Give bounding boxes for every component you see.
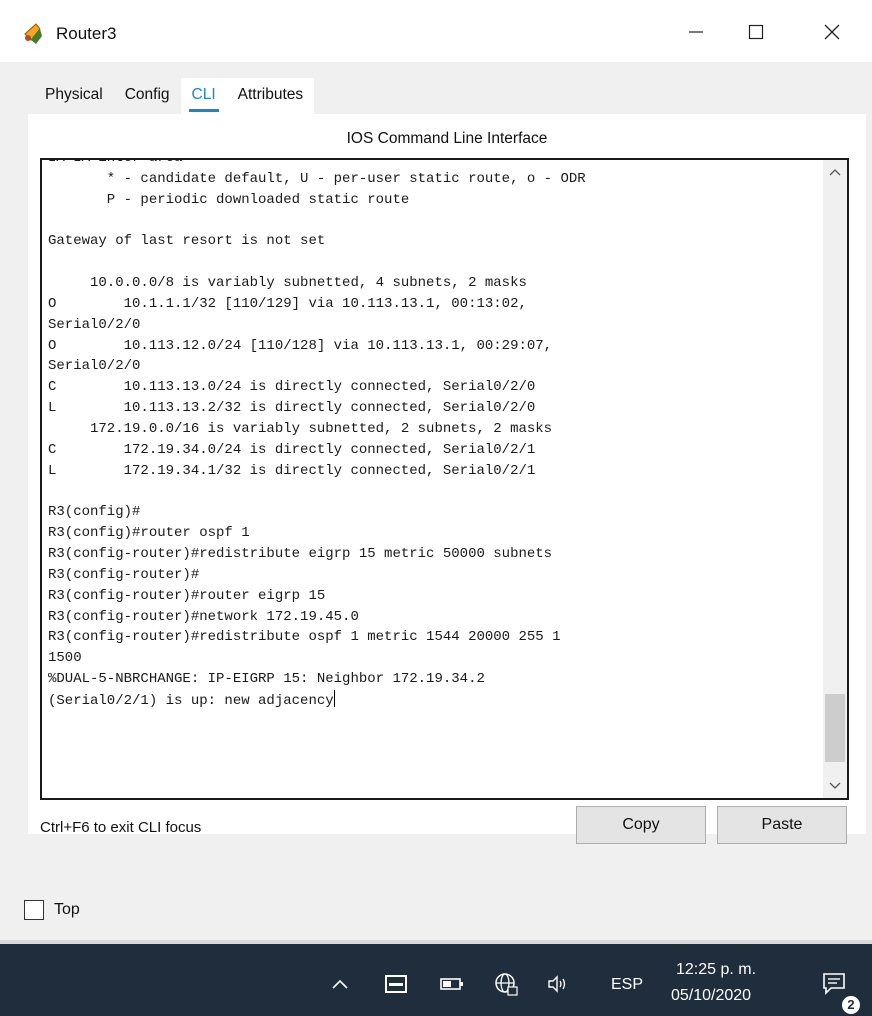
volume-button[interactable]: [544, 970, 572, 998]
terminal-line: L 10.113.13.2/32 is directly connected, …: [48, 400, 536, 417]
maximize-icon: [748, 24, 764, 40]
window-body: Physical Config CLI Attributes IOS Comma…: [0, 62, 872, 940]
window-title: Router3: [56, 24, 117, 43]
scroll-thumb[interactable]: [825, 694, 845, 762]
chevron-up-icon: [332, 979, 348, 989]
maximize-button[interactable]: [736, 14, 776, 50]
language-indicator[interactable]: ESP: [611, 976, 643, 994]
top-checkbox-label: Top: [54, 901, 80, 918]
network-button[interactable]: [492, 970, 520, 998]
chevron-up-icon: [829, 169, 841, 176]
notification-count-badge: 2: [842, 996, 860, 1014]
terminal-line: R3(config-router)#router eigrp 15: [48, 587, 326, 604]
battery-button[interactable]: [438, 970, 466, 998]
terminal-line: O 10.113.12.0/24 [110/128] via 10.113.13…: [48, 337, 553, 354]
paste-button[interactable]: Paste: [717, 806, 847, 844]
minimize-icon: [689, 31, 703, 33]
chevron-down-icon: [829, 782, 841, 789]
copy-button[interactable]: Copy: [576, 806, 706, 844]
minimize-button[interactable]: [676, 14, 716, 50]
terminal-line: P - periodic downloaded static route: [48, 191, 410, 208]
clock-time[interactable]: 12:25 p. m.: [676, 961, 756, 979]
cli-panel: IOS Command Line Interface IA-IA inter a…: [28, 114, 866, 844]
router-icon: [22, 22, 46, 44]
terminal-output: IA-IA inter area * - candidate default, …: [48, 158, 818, 711]
tab-attributes[interactable]: Attributes: [226, 78, 315, 116]
terminal-line: O 10.1.1.1/32 [110/129] via 10.113.13.1,…: [48, 295, 527, 312]
title-bar: Router3: [0, 0, 872, 62]
notification-icon: [823, 973, 845, 995]
terminal-line: IA-IA inter area: [48, 158, 183, 166]
terminal-line: * - candidate default, U - per-user stat…: [48, 170, 586, 187]
terminal-line: L 172.19.34.1/32 is directly connected, …: [48, 462, 536, 479]
terminal-line: 10.0.0.0/8 is variably subnetted, 4 subn…: [48, 275, 527, 292]
tab-physical[interactable]: Physical: [34, 78, 114, 116]
terminal-line: R3(config-router)#redistribute eigrp 15 …: [48, 546, 553, 563]
terminal-line: Gateway of last resort is not set: [48, 233, 326, 250]
scroll-up-button[interactable]: [823, 160, 847, 184]
terminal-line: R3(config-router)#: [48, 566, 200, 583]
show-hidden-icons-button[interactable]: [326, 970, 354, 998]
terminal-line: C 10.113.13.0/24 is directly connected, …: [48, 379, 536, 396]
panel-title: IOS Command Line Interface: [346, 130, 548, 147]
battery-icon: [440, 978, 463, 990]
terminal-line: Serial0/2/0: [48, 358, 141, 375]
terminal-line: R3(config)#router ospf 1: [48, 525, 250, 542]
cli-terminal[interactable]: IA-IA inter area * - candidate default, …: [40, 158, 849, 800]
network-globe-icon: [495, 973, 518, 996]
volume-icon: [548, 975, 566, 993]
terminal-line: C 172.19.34.0/24 is directly connected, …: [48, 441, 536, 458]
terminal-line: 172.19.0.0/16 is variably subnetted, 2 s…: [48, 420, 553, 437]
clock-date[interactable]: 05/10/2020: [671, 987, 751, 1005]
active-tab-indicator: [188, 109, 219, 112]
keyboard-icon: [385, 975, 407, 993]
terminal-line: (Serial0/2/1) is up: new adjacency: [48, 689, 818, 711]
terminal-line: Serial0/2/0: [48, 316, 141, 333]
terminal-line: R3(config-router)#network 172.19.45.0: [48, 608, 359, 625]
top-option: Top: [24, 900, 80, 920]
close-icon: [824, 24, 840, 40]
taskbar-divider: [0, 940, 872, 944]
tab-bar: Physical Config CLI Attributes: [34, 78, 315, 116]
terminal-line: R3(config-router)#redistribute ospf 1 me…: [48, 629, 561, 646]
scroll-down-button[interactable]: [823, 774, 847, 798]
close-button[interactable]: [812, 14, 852, 50]
terminal-line: R3(config)#: [48, 504, 141, 521]
top-checkbox[interactable]: [24, 900, 44, 920]
terminal-line: 1500: [48, 650, 82, 667]
text-cursor: [333, 689, 335, 707]
tab-cli[interactable]: CLI: [180, 78, 227, 116]
terminal-scrollbar[interactable]: [823, 160, 847, 798]
taskbar: ESP 12:25 p. m. 05/10/2020 2: [0, 940, 872, 1016]
keyboard-button[interactable]: [382, 970, 410, 998]
cli-focus-hint: Ctrl+F6 to exit CLI focus: [40, 819, 202, 836]
notification-center-button[interactable]: [820, 970, 848, 998]
terminal-line: %DUAL-5-NBRCHANGE: IP-EIGRP 15: Neighbor…: [48, 671, 485, 688]
tab-config[interactable]: Config: [114, 78, 181, 116]
